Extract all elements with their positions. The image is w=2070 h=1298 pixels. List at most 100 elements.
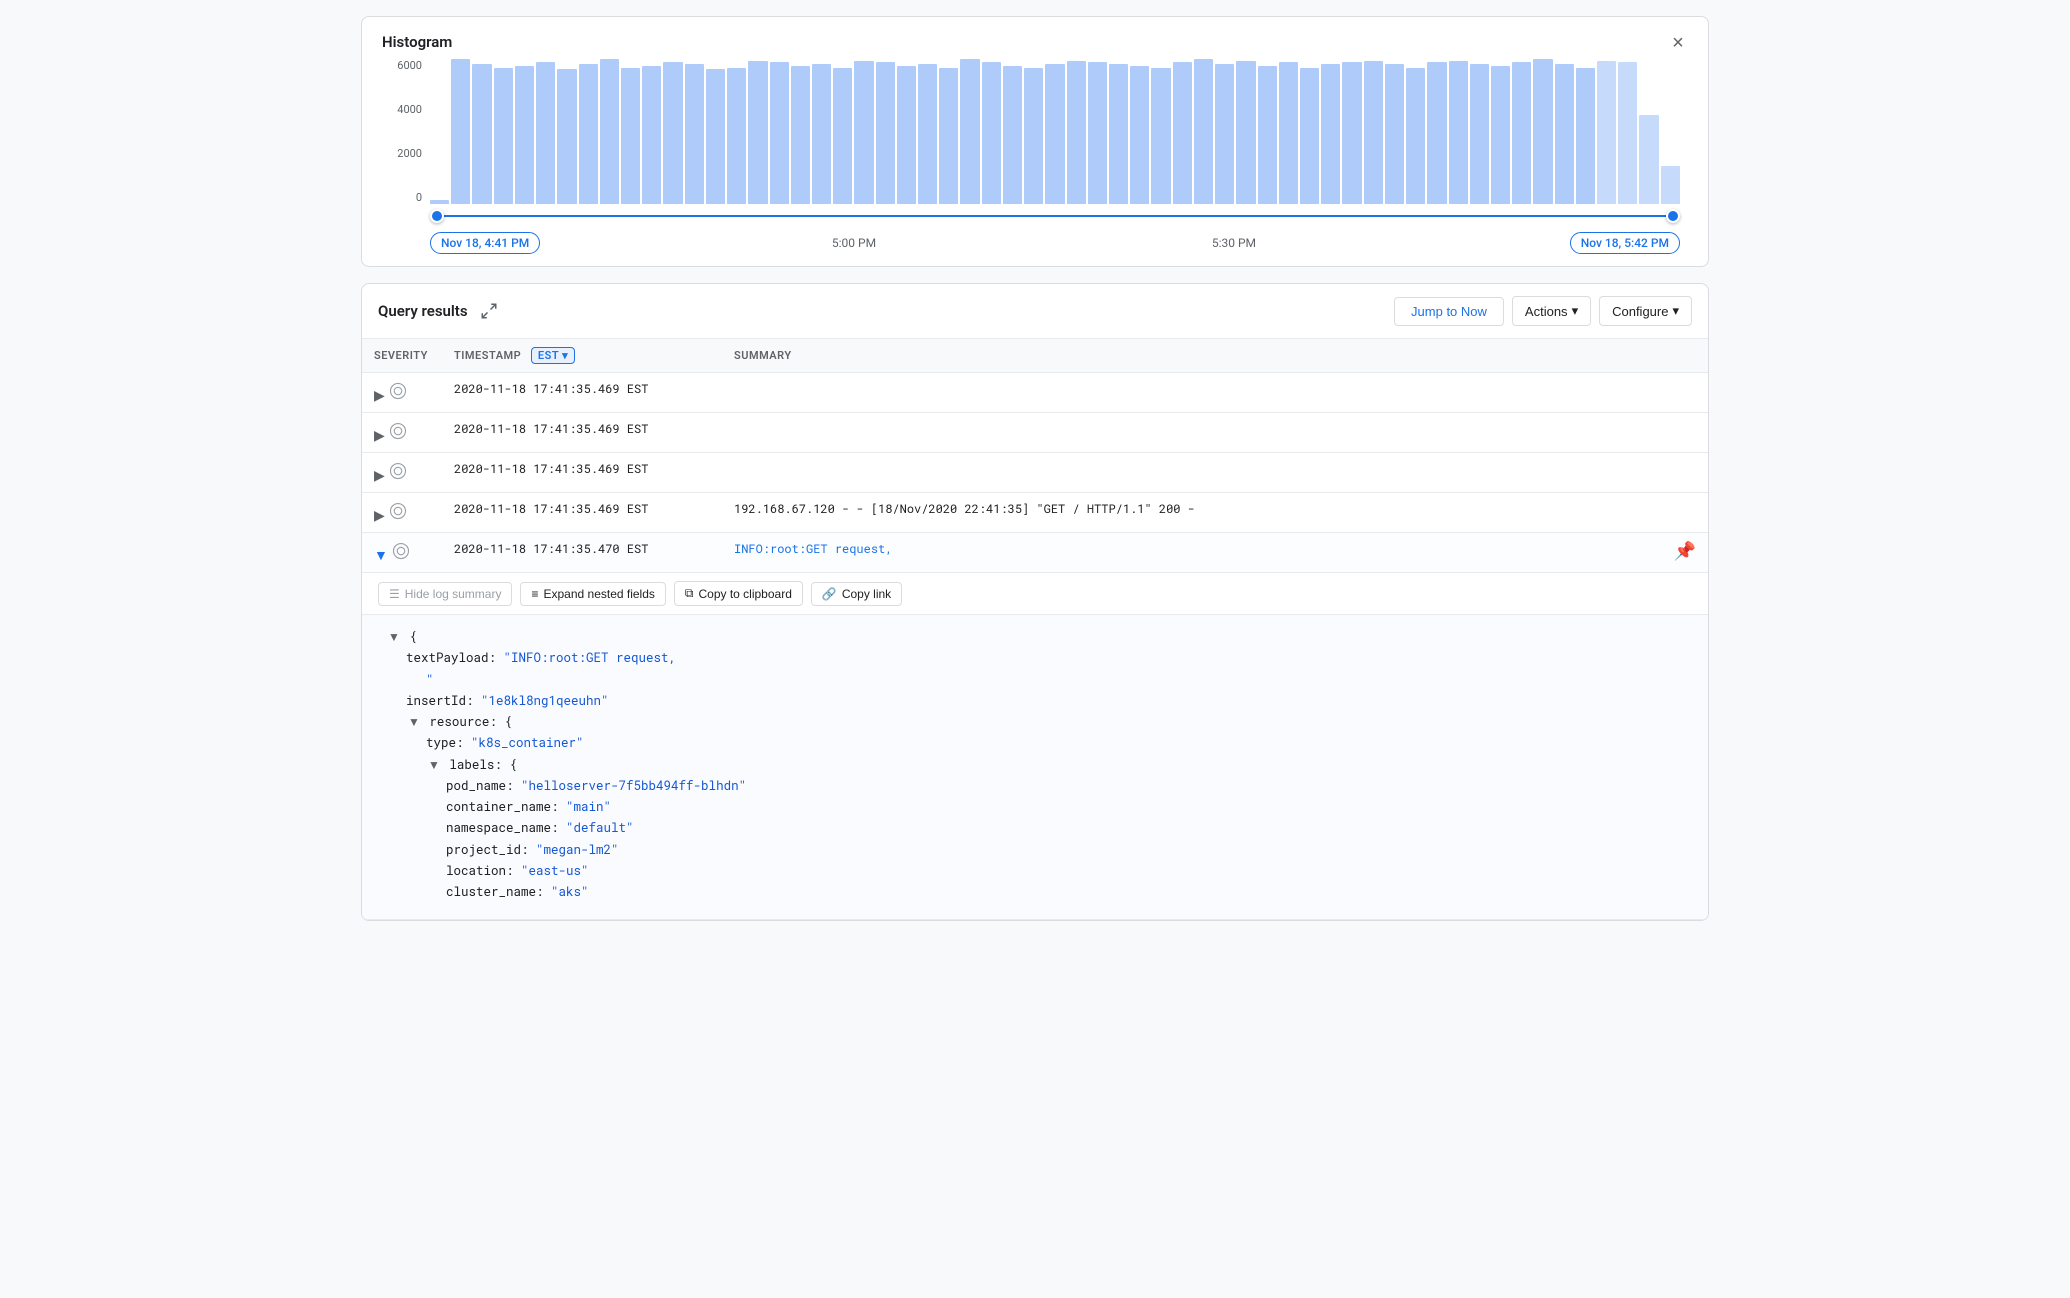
row-1-summary-cell [722,373,1708,413]
histogram-bar [515,66,534,204]
histogram-bar [1639,115,1658,204]
results-header: Query results Jump to Now Actions ▾ Conf… [362,284,1708,339]
histogram-bar [621,68,640,204]
row-3-timestamp-cell: 2020-11-18 17:41:35.469 EST [442,453,722,493]
histogram-bar [1279,62,1298,204]
collapse-labels-button[interactable]: ▼ [426,758,442,772]
histogram-bar [1321,64,1340,204]
row-4-expand-button[interactable]: ▶ [374,507,385,524]
row-4-summary: 192.168.67.120 - - [18/Nov/2020 22:41:35… [734,501,1195,517]
histogram-bar [494,68,513,204]
jump-to-now-button[interactable]: Jump to Now [1394,297,1504,326]
row-3-expand-button[interactable]: ▶ [374,467,385,484]
histogram-bar [451,59,470,204]
table-row: ▶ 2020-11-18 17:41:35.469 EST [362,413,1708,453]
histogram-bar [1364,61,1383,204]
row-4-severity-cell: ▶ [362,493,442,533]
histogram-bar [1088,62,1107,204]
expand-nested-fields-button[interactable]: ≡ Expand nested fields [520,582,665,606]
time-label-right-center: 5:30 PM [1212,236,1256,250]
time-label-left: Nov 18, 4:41 PM [430,232,540,254]
collapse-root-button[interactable]: ▼ [386,630,402,644]
table-row: ▶ 2020-11-18 17:41:35.469 EST 192.168.67… [362,493,1708,533]
histogram-bar [1067,61,1086,204]
row-4-timestamp-cell: 2020-11-18 17:41:35.469 EST [442,493,722,533]
row-1-severity-cell: ▶ [362,373,442,413]
actions-button[interactable]: Actions ▾ [1512,296,1591,326]
table-row: ▶ 2020-11-18 17:41:35.469 EST [362,453,1708,493]
log-line-textpayload: textPayload: "INFO:root:GET request, [386,648,1684,669]
timezone-badge[interactable]: EST ▾ [531,347,575,364]
row-3-timestamp: 2020-11-18 17:41:35.469 EST [454,461,648,477]
row-1-expand-button[interactable]: ▶ [374,387,385,404]
log-line-insertid: insertId: "1e8kl8ng1qeeuhn" [386,691,1684,712]
row-3-summary-cell [722,453,1708,493]
histogram-bar [1173,62,1192,204]
row-5-severity-icon [391,541,411,561]
copy-to-clipboard-button[interactable]: ⧉ Copy to clipboard [674,581,803,606]
detail-toolbar: ☰ Hide log summary ≡ Expand nested field… [362,573,1708,615]
expand-nested-label: Expand nested fields [543,587,654,601]
histogram-bar [536,62,555,204]
histogram-panel: Histogram × 0 2000 4000 6000 Nov 18, 4:4… [361,16,1709,267]
log-line-namespace-name: namespace_name: "default" [386,818,1684,839]
row-2-summary-cell [722,413,1708,453]
slider-handle-right[interactable] [1666,209,1680,223]
histogram-bar [1215,64,1234,204]
histogram-bar [770,62,789,204]
expanded-detail-row: ☰ Hide log summary ≡ Expand nested field… [362,573,1708,920]
configure-chevron-icon: ▾ [1672,303,1679,319]
histogram-bar [1449,61,1468,204]
log-line-brace-open: ▼ { [386,627,1684,648]
histogram-bar [642,66,661,204]
histogram-bar [1512,62,1531,204]
slider-handle-left[interactable] [430,209,444,223]
copy-to-clipboard-label: Copy to clipboard [698,587,791,601]
expanded-detail-cell: ☰ Hide log summary ≡ Expand nested field… [362,573,1708,920]
actions-label: Actions [1525,304,1568,319]
row-5-timestamp: 2020-11-18 17:41:35.470 EST [454,541,648,557]
histogram-bar [939,68,958,204]
histogram-bar [897,66,916,204]
histogram-bar [1470,64,1489,204]
expand-panel-button[interactable] [476,298,502,324]
table-header: SEVERITY TIMESTAMP EST ▾ SUMMARY [362,339,1708,373]
row-2-timestamp-cell: 2020-11-18 17:41:35.469 EST [442,413,722,453]
y-axis-label-4000: 4000 [382,103,422,116]
histogram-slider[interactable] [430,206,1680,226]
close-button[interactable]: × [1664,29,1692,57]
histogram-bar [663,62,682,204]
log-line-container-name: container_name: "main" [386,797,1684,818]
row-5-timestamp-cell: 2020-11-18 17:41:35.470 EST [442,533,722,573]
row-5-expand-button[interactable]: ▼ [374,547,388,563]
configure-button[interactable]: Configure ▾ [1599,296,1692,326]
histogram-bar [982,62,1001,204]
histogram-bar [876,62,895,204]
row-1-severity-icon [388,381,408,401]
histogram-bar [1342,62,1361,204]
results-table: SEVERITY TIMESTAMP EST ▾ SUMMARY [362,339,1708,920]
histogram-bar [557,69,576,204]
row-4-severity-icon [388,501,408,521]
hide-log-summary-button[interactable]: ☰ Hide log summary [378,582,512,606]
row-2-severity-icon [388,421,408,441]
copy-link-button[interactable]: 🔗 Copy link [811,582,902,606]
actions-chevron-icon: ▾ [1572,303,1579,319]
log-line-textpayload-cont: " [386,670,1684,691]
collapse-resource-button[interactable]: ▼ [406,715,422,729]
y-axis-label-2000: 2000 [382,147,422,160]
row-5-summary: INFO:root:GET request, [734,541,892,557]
histogram-bar [1024,68,1043,204]
row-4-summary-cell: 192.168.67.120 - - [18/Nov/2020 22:41:35… [722,493,1708,533]
pin-icon[interactable]: 📌 [1674,541,1696,562]
histogram-bar [960,59,979,204]
log-line-resource: ▼ resource: { [386,712,1684,733]
row-1-timestamp-cell: 2020-11-18 17:41:35.469 EST [442,373,722,413]
row-2-expand-button[interactable]: ▶ [374,427,385,444]
log-line-type: type: "k8s_container" [386,733,1684,754]
histogram-bar [472,64,491,204]
histogram-bar [1236,61,1255,204]
time-label-right: Nov 18, 5:42 PM [1570,232,1680,254]
histogram-bar [1491,66,1510,204]
histogram-bar [1555,64,1574,204]
